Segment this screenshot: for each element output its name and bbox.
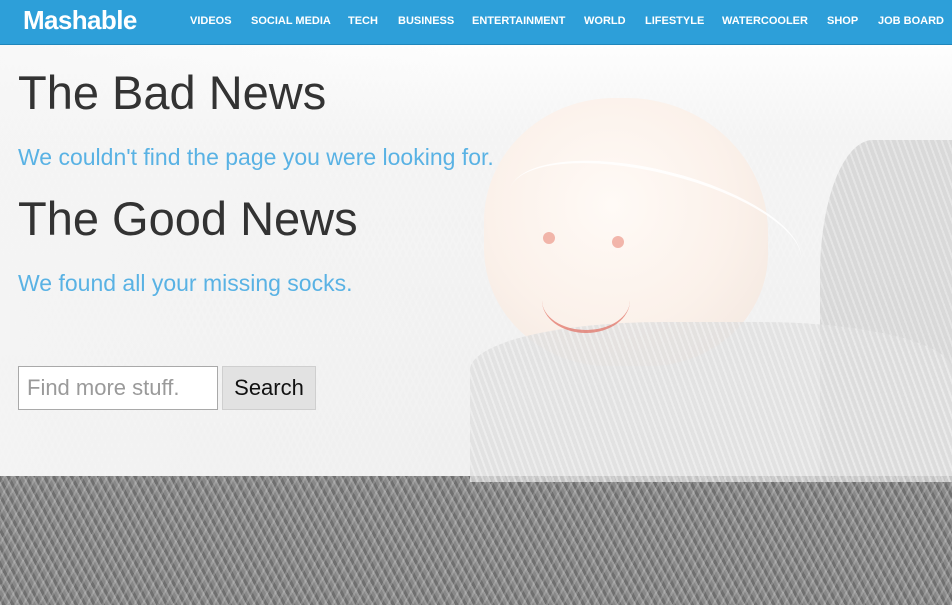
nav-item-shop[interactable]: SHOP (827, 15, 858, 28)
nav-item-social-media[interactable]: SOCIAL MEDIA (251, 15, 331, 28)
good-news-message: We found all your missing socks. (18, 270, 353, 296)
bad-news-title: The Bad News (18, 66, 327, 119)
bad-news-message: We couldn't find the page you were looki… (18, 144, 494, 170)
knit-fabric-texture (0, 476, 952, 605)
nav-item-videos[interactable]: VIDEOS (190, 15, 232, 28)
nav-item-lifestyle[interactable]: LIFESTYLE (645, 15, 704, 28)
top-navigation-bar: Mashable VIDEOS SOCIAL MEDIA TECH BUSINE… (0, 0, 952, 45)
nav-item-world[interactable]: WORLD (584, 15, 626, 28)
page: Mashable VIDEOS SOCIAL MEDIA TECH BUSINE… (0, 0, 952, 605)
mashable-logo[interactable]: Mashable (23, 5, 137, 35)
error-content: The Bad News We couldn't find the page y… (0, 45, 952, 476)
nav-item-tech[interactable]: TECH (348, 15, 378, 28)
nav-item-entertainment[interactable]: ENTERTAINMENT (472, 15, 565, 28)
nav-item-watercooler[interactable]: WATERCOOLER (722, 15, 808, 28)
search-input[interactable] (18, 366, 218, 410)
nav-item-business[interactable]: BUSINESS (398, 15, 454, 28)
good-news-title: The Good News (18, 192, 358, 245)
search-button[interactable]: Search (222, 366, 316, 410)
nav-item-job-board[interactable]: JOB BOARD (878, 15, 944, 28)
